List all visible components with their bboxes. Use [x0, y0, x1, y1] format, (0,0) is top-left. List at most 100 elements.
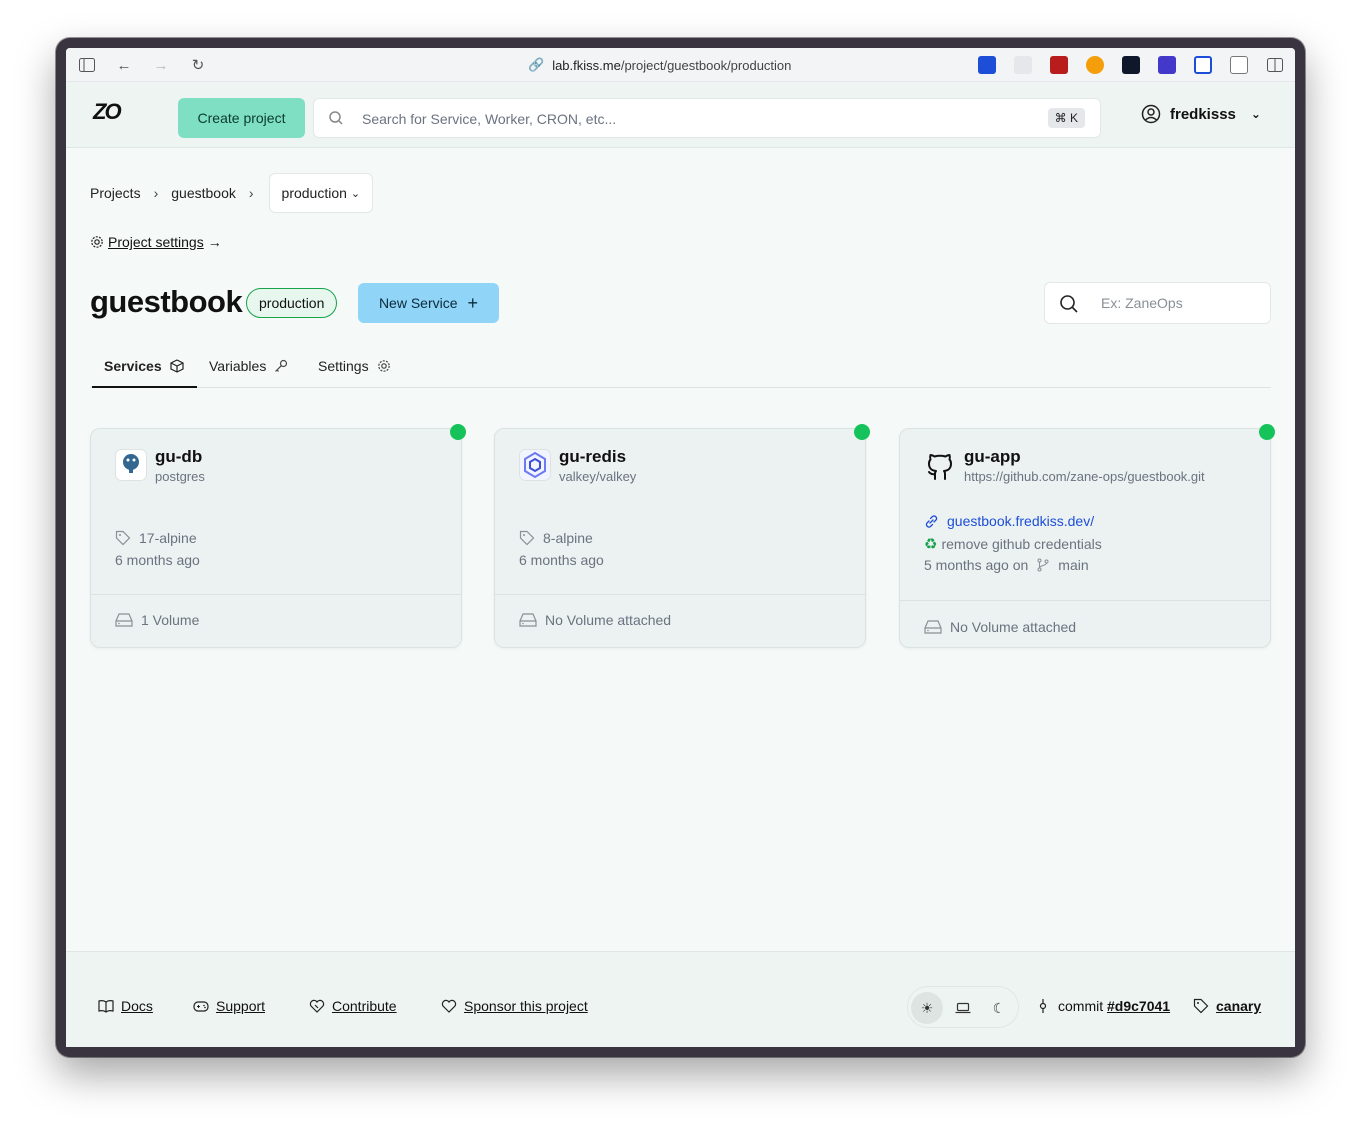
browser-toolbar: ← → ↻ 🔗 lab.fkiss.me/project/guestbook/p… [66, 48, 1295, 82]
global-search-input[interactable]: Search for Service, Worker, CRON, etc...… [313, 98, 1101, 138]
extension-icon[interactable] [1194, 56, 1212, 74]
user-menu[interactable]: fredkisss ⌄ [1141, 104, 1261, 124]
service-tag: 8-alpine [519, 530, 593, 546]
extension-icon[interactable] [1158, 56, 1176, 74]
hard-drive-icon [924, 619, 942, 635]
tab-variables-label: Variables [209, 358, 267, 374]
search-icon [328, 110, 344, 126]
service-url-link[interactable]: guestbook.fredkiss.dev/ [924, 513, 1094, 529]
new-service-button[interactable]: New Service + [358, 283, 499, 323]
volume-info: 1 Volume [115, 612, 199, 628]
service-card-gu-redis[interactable]: gu-redis valkey/valkey 8-alpine 6 months… [494, 424, 870, 648]
gear-icon [377, 359, 391, 373]
commit-message-label: remove github credentials [941, 536, 1102, 552]
github-icon [924, 451, 956, 483]
service-tag-label: 8-alpine [543, 530, 593, 546]
service-card-gu-app[interactable]: gu-app https://github.com/zane-ops/guest… [899, 424, 1275, 648]
service-filter-input[interactable]: Ex: ZaneOps [1044, 282, 1271, 324]
card-footer: 1 Volume [91, 594, 461, 647]
search-shortcut: ⌘ K [1047, 108, 1085, 128]
volume-label: No Volume attached [950, 619, 1077, 635]
service-image: valkey/valkey [559, 469, 637, 484]
service-tag: 17-alpine [115, 530, 197, 546]
commit-message: ♻ remove github credentials [924, 535, 1102, 553]
breadcrumb-projects[interactable]: Projects [90, 185, 141, 201]
service-name: gu-app [964, 447, 1021, 466]
heart-icon [441, 999, 457, 1013]
active-tab-indicator [92, 386, 197, 388]
tab-settings[interactable]: Settings [318, 358, 391, 374]
reload-icon[interactable]: ↻ [189, 56, 207, 74]
status-indicator [450, 424, 466, 440]
sponsor-link[interactable]: Sponsor this project [441, 998, 588, 1014]
box-icon [170, 359, 184, 373]
zaneops-logo[interactable]: ZO [93, 99, 122, 125]
contribute-link[interactable]: Contribute [309, 998, 397, 1014]
service-repo: https://github.com/zane-ops/guestbook.gi… [964, 469, 1205, 484]
commit-info: commit #d9c7041 [1038, 998, 1170, 1014]
recycle-icon: ♻ [924, 536, 938, 553]
breadcrumb-project[interactable]: guestbook [171, 185, 236, 201]
sun-icon[interactable]: ☀ [911, 992, 943, 1024]
key-icon [274, 359, 288, 373]
docs-link[interactable]: Docs [98, 998, 153, 1014]
service-card-gu-db[interactable]: gu-db postgres 17-alpine 6 months ago 1 … [90, 424, 466, 648]
release-channel-link[interactable]: canary [1193, 998, 1261, 1014]
forward-icon[interactable]: → [152, 56, 170, 74]
volume-info: No Volume attached [519, 612, 671, 628]
url-host: lab.fkiss.me [552, 57, 621, 73]
extension-icon[interactable] [1122, 56, 1140, 74]
tab-services[interactable]: Services [104, 358, 184, 374]
tag-icon [519, 530, 535, 546]
search-placeholder: Search for Service, Worker, CRON, etc... [362, 111, 617, 127]
docs-label: Docs [121, 998, 153, 1014]
search-icon [1059, 294, 1079, 314]
user-avatar-icon [1141, 104, 1161, 124]
project-settings-link[interactable]: Project settings → [90, 234, 222, 250]
chevron-down-icon: ⌄ [350, 187, 361, 200]
hard-drive-icon [115, 612, 133, 628]
tag-icon [1193, 998, 1209, 1014]
card-footer: No Volume attached [495, 594, 865, 647]
heart-handshake-icon [309, 999, 325, 1013]
address-bar[interactable]: 🔗 lab.fkiss.me/project/guestbook/product… [528, 57, 791, 73]
tag-icon [115, 530, 131, 546]
link-icon [924, 514, 939, 529]
split-view-icon[interactable] [1266, 56, 1284, 74]
back-icon[interactable]: ← [115, 56, 133, 74]
support-link[interactable]: Support [193, 998, 265, 1014]
moon-icon[interactable]: ☾ [983, 992, 1015, 1024]
valkey-icon [519, 449, 551, 481]
service-url: guestbook.fredkiss.dev/ [947, 513, 1095, 529]
chevron-right-icon: › [248, 185, 254, 201]
sidebar-toggle-icon[interactable] [78, 56, 96, 74]
git-branch-icon [1036, 558, 1050, 572]
gamepad-icon [193, 999, 209, 1013]
extension-icon[interactable] [1230, 56, 1248, 74]
laptop-icon[interactable] [947, 992, 979, 1024]
extension-icon[interactable] [978, 56, 996, 74]
extension-icon[interactable] [1050, 56, 1068, 74]
tab-variables[interactable]: Variables [209, 358, 288, 374]
service-image: postgres [155, 469, 205, 484]
commit-prefix: commit [1058, 998, 1104, 1014]
contribute-label: Contribute [332, 998, 397, 1014]
service-updated: 6 months ago [519, 552, 604, 568]
theme-switcher: ☀ ☾ [907, 986, 1019, 1028]
page-title: guestbook [90, 284, 243, 319]
environment-select[interactable]: production ⌄ [268, 173, 374, 213]
extension-icon[interactable] [1086, 56, 1104, 74]
tab-settings-label: Settings [318, 358, 369, 374]
commit-hash-link[interactable]: #d9c7041 [1107, 998, 1170, 1014]
service-updated: 5 months ago on [924, 557, 1029, 573]
postgres-icon [115, 449, 147, 481]
service-name: gu-redis [559, 447, 627, 466]
username: fredkisss [1170, 105, 1236, 123]
book-icon [98, 999, 114, 1013]
support-label: Support [216, 998, 266, 1014]
card-footer: No Volume attached [900, 600, 1270, 647]
tab-services-label: Services [104, 358, 162, 374]
extension-icon[interactable] [1014, 56, 1032, 74]
arrow-right-icon: → [207, 234, 222, 250]
create-project-button[interactable]: Create project [178, 98, 305, 138]
